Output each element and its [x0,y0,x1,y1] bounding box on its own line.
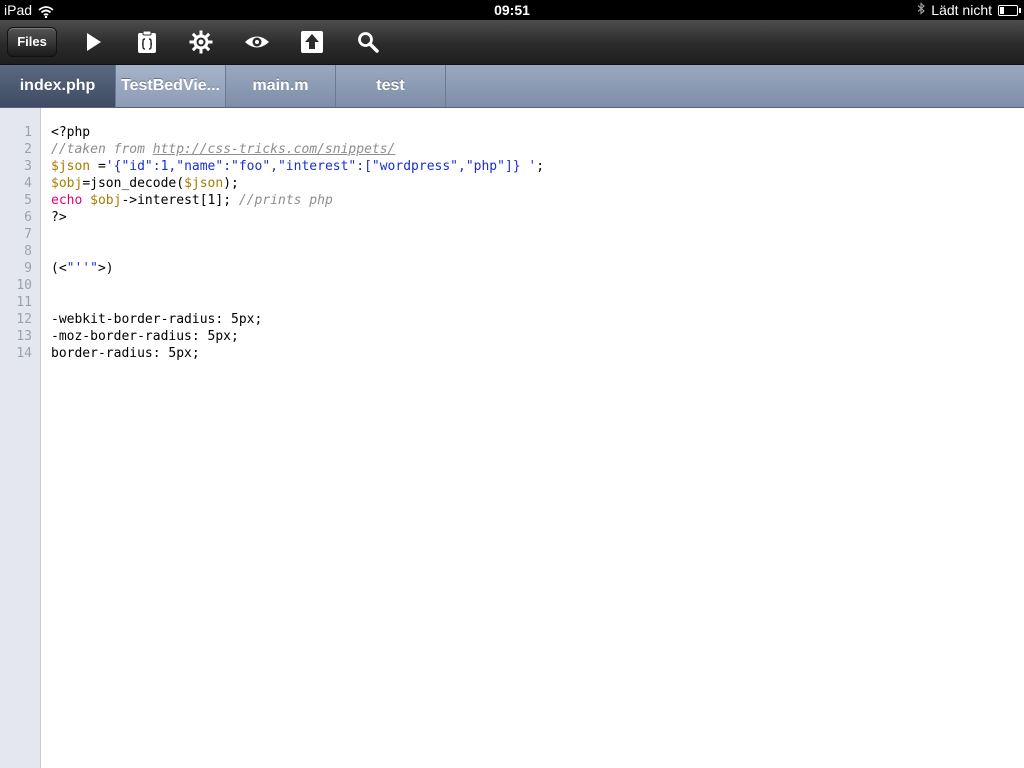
play-icon[interactable] [81,30,105,54]
line-number: 9 [24,261,32,276]
files-button[interactable]: Files [7,27,57,57]
code-line[interactable]: <?php [51,124,90,141]
code-line[interactable]: echo $obj->interest[1]; //prints php [51,192,333,209]
bluetooth-icon [917,0,926,20]
line-number: 10 [16,278,32,293]
search-icon[interactable] [356,30,380,54]
code-line[interactable]: $json ='{"id":1,"name":"foo","interest":… [51,158,544,175]
line-number: 11 [16,295,32,310]
line-number: 7 [24,227,32,242]
battery-icon [998,4,1021,16]
line-number: 13 [16,329,32,344]
code-line[interactable]: -webkit-border-radius: 5px; [51,311,262,328]
tab-bar: index.php TestBedVie... main.m test [0,65,1024,108]
line-number: 3 [24,159,32,174]
battery-fill [1000,6,1004,14]
clock: 09:51 [494,2,530,18]
code-line[interactable]: //taken from http://css-tricks.com/snipp… [51,141,395,158]
toolbar: Files [0,20,1024,65]
code-editor[interactable]: 1 2 3 4 5 6 7 8 9 10 11 12 13 14 <?php /… [0,108,1024,768]
code-line[interactable]: -moz-border-radius: 5px; [51,328,239,345]
code-line[interactable]: (<"''">) [51,260,114,277]
tab-main-m[interactable]: main.m [226,65,336,107]
tab-index-php[interactable]: index.php [0,65,116,107]
line-number: 8 [24,244,32,259]
code-line[interactable]: border-radius: 5px; [51,345,200,362]
line-number: 12 [16,312,32,327]
tab-testbedview[interactable]: TestBedVie... [116,65,226,107]
code-line[interactable]: $obj=json_decode($json); [51,175,239,192]
charging-status: Lädt nicht [931,2,992,18]
line-number: 4 [24,176,32,191]
upload-icon[interactable] [300,30,324,54]
line-number: 14 [16,346,32,361]
line-number: 6 [24,210,32,225]
line-number: 1 [24,125,32,140]
line-number: 5 [24,193,32,208]
code-line[interactable]: ?> [51,209,67,226]
tab-test[interactable]: test [336,65,446,107]
status-bar: iPad 09:51 Lädt nicht [0,0,1024,20]
eye-icon[interactable] [244,30,269,54]
line-number: 2 [24,142,32,157]
clipboard-braces-icon[interactable] [135,30,159,54]
gear-icon[interactable] [189,30,213,54]
line-number-gutter: 1 2 3 4 5 6 7 8 9 10 11 12 13 14 [0,108,41,768]
